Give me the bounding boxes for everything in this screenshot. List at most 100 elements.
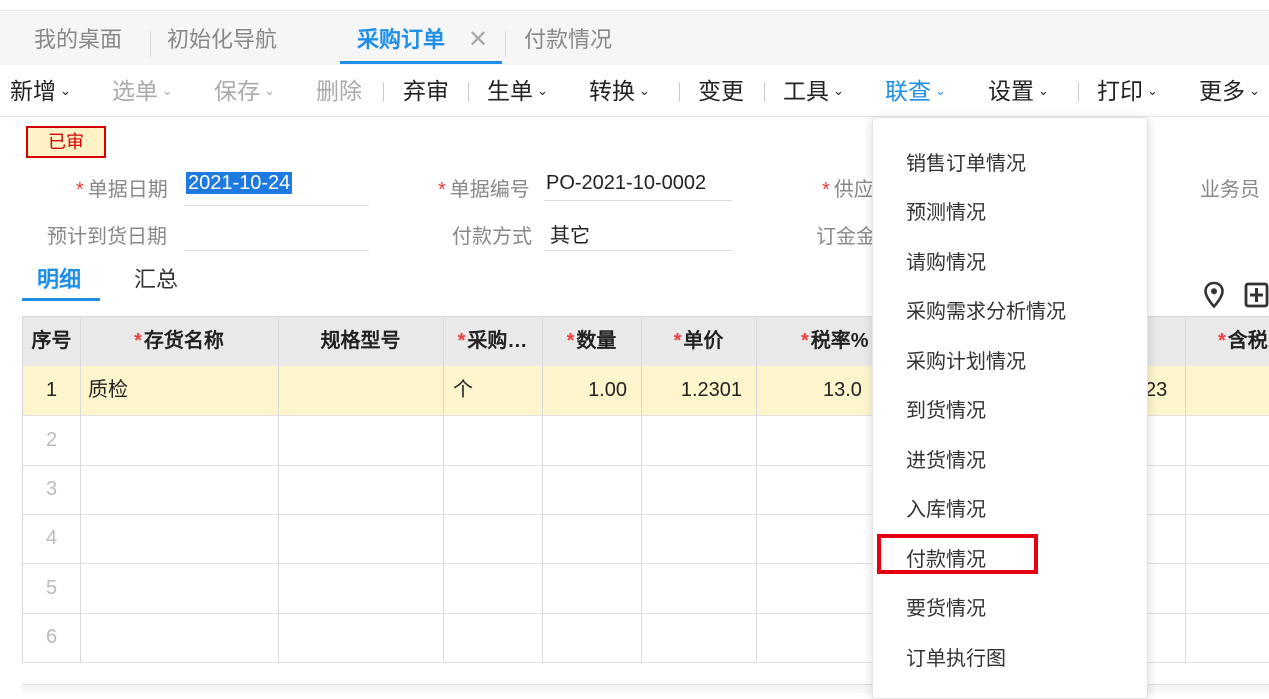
row-number: 6	[45, 626, 58, 648]
active-tab-indicator	[340, 61, 502, 64]
required-mark: *	[457, 330, 466, 352]
query-dropdown-menu: 销售订单情况 预测情况 请购情况 采购需求分析情况 采购计划情况 到货情况 进货…	[872, 117, 1148, 699]
chevron-down-icon: ⌄	[639, 82, 650, 98]
required-mark: *	[673, 330, 682, 352]
select-label: 选单	[112, 78, 158, 104]
header-unit-price-text: 单价	[683, 330, 724, 352]
tab-desktop[interactable]: 我的桌面	[34, 11, 122, 65]
required-mark: *	[822, 179, 830, 201]
required-mark: *	[1218, 330, 1226, 352]
order-no-field[interactable]: PO-2021-10-0002	[546, 172, 706, 195]
chevron-down-icon: ⌄	[1147, 82, 1158, 98]
row-number: 1	[45, 379, 58, 401]
menu-item-sales-order-status[interactable]: 销售订单情况	[906, 147, 1026, 176]
menu-item-execution-chart[interactable]: 订单执行图	[906, 642, 1006, 671]
supplier-label: * 供应	[822, 173, 874, 202]
menu-item-arrival-status[interactable]: 到货情况	[906, 394, 986, 423]
more-label: 更多	[1199, 78, 1245, 104]
print-label: 打印	[1097, 78, 1143, 104]
item-name-cell[interactable]: 质检	[88, 366, 273, 415]
column-divider	[443, 316, 444, 663]
salesman-label: 业务员	[1200, 179, 1260, 201]
chevron-down-icon: ⌄	[1038, 82, 1049, 98]
expected-date-underline	[184, 250, 369, 251]
more-button[interactable]: 更多 ⌄	[1199, 66, 1260, 116]
query-button[interactable]: 联查 ⌄	[885, 66, 946, 116]
order-no-underline	[544, 200, 732, 201]
select-button[interactable]: 选单 ⌄	[112, 66, 173, 116]
tab-divider	[505, 31, 506, 57]
row-number: 2	[45, 429, 58, 451]
chevron-down-icon: ⌄	[935, 82, 946, 98]
spec-cell[interactable]	[286, 366, 436, 415]
delete-button[interactable]: 删除	[316, 66, 362, 116]
abandon-audit-button[interactable]: 弃审	[403, 66, 449, 116]
status-badge: 已审	[26, 126, 106, 158]
menu-item-forecast-status[interactable]: 预测情况	[906, 196, 986, 225]
tab-bar: 我的桌面 初始化导航 采购订单 ✕ 付款情况	[0, 11, 1269, 65]
unit-cell[interactable]: 个	[453, 366, 538, 415]
header-quantity-text: 数量	[576, 330, 617, 352]
date-field[interactable]: 2021-10-24	[186, 172, 293, 195]
row-number: 3	[45, 478, 58, 500]
order-no-label: * 单据编号	[438, 173, 530, 202]
column-divider	[278, 316, 279, 663]
required-mark: *	[134, 330, 142, 352]
save-button[interactable]: 保存 ⌄	[214, 66, 275, 116]
tools-button[interactable]: 工具 ⌄	[783, 66, 844, 116]
chevron-down-icon: ⌄	[833, 82, 844, 98]
tools-label: 工具	[783, 78, 829, 104]
tab-divider	[150, 31, 151, 57]
menu-item-incoming-status[interactable]: 进货情况	[906, 444, 986, 473]
subtab-indicator	[22, 298, 100, 301]
payment-method-field[interactable]: 其它	[550, 219, 590, 248]
toolbar-divider	[764, 82, 765, 102]
change-button[interactable]: 变更	[698, 66, 744, 116]
payment-method-underline	[544, 250, 732, 251]
deposit-label: 订金金	[816, 226, 876, 248]
convert-button[interactable]: 转换 ⌄	[589, 66, 650, 116]
generate-label: 生单	[487, 78, 533, 104]
toolbar-divider	[679, 82, 680, 102]
required-mark: *	[76, 179, 84, 201]
menu-item-warehousing-status[interactable]: 入库情况	[906, 493, 986, 522]
settings-button[interactable]: 设置 ⌄	[988, 66, 1049, 116]
unit-price-cell[interactable]: 1.2301	[641, 366, 742, 415]
amount-cell[interactable]: 23	[1145, 366, 1185, 415]
menu-item-purchase-plan[interactable]: 采购计划情况	[906, 345, 1026, 374]
header-purchase-unit-text: 采购…	[467, 330, 528, 352]
expected-date-label: 预计到货日期	[47, 226, 167, 248]
column-divider	[641, 316, 642, 663]
tab-init-nav[interactable]: 初始化导航	[167, 11, 277, 65]
location-pin-icon[interactable]	[1202, 281, 1226, 309]
menu-item-request-status[interactable]: 要货情况	[906, 592, 986, 621]
toolbar-divider	[383, 82, 384, 102]
chevron-down-icon: ⌄	[162, 82, 173, 98]
tab-purchase-order[interactable]: 采购订单	[357, 11, 445, 65]
menu-item-demand-analysis[interactable]: 采购需求分析情况	[906, 295, 1066, 324]
column-divider	[756, 316, 757, 663]
print-button[interactable]: 打印 ⌄	[1097, 66, 1158, 116]
required-mark: *	[801, 330, 809, 352]
required-mark: *	[566, 330, 575, 352]
chevron-down-icon: ⌄	[264, 82, 275, 98]
supplier-label-text: 供应	[833, 179, 874, 201]
add-button[interactable]: 新增 ⌄	[10, 66, 71, 116]
tab-summary[interactable]: 汇总	[134, 262, 178, 294]
row-number: 4	[45, 527, 58, 549]
convert-label: 转换	[589, 78, 635, 104]
generate-button[interactable]: 生单 ⌄	[487, 66, 548, 116]
menu-item-requisition-status[interactable]: 请购情况	[906, 246, 986, 275]
grid-settings-icon[interactable]	[1244, 282, 1269, 308]
header-tax-incl-text: 含税	[1227, 330, 1268, 352]
toolbar-divider	[1078, 82, 1079, 102]
date-label: * 单据日期	[76, 173, 168, 202]
quantity-cell[interactable]: 1.00	[542, 366, 627, 415]
tab-detail[interactable]: 明细	[37, 262, 81, 294]
tab-payment-status[interactable]: 付款情况	[524, 11, 612, 65]
save-label: 保存	[214, 78, 260, 104]
column-divider	[1185, 316, 1186, 663]
column-divider	[80, 316, 81, 663]
column-divider	[542, 316, 543, 663]
row-number: 5	[45, 577, 58, 599]
